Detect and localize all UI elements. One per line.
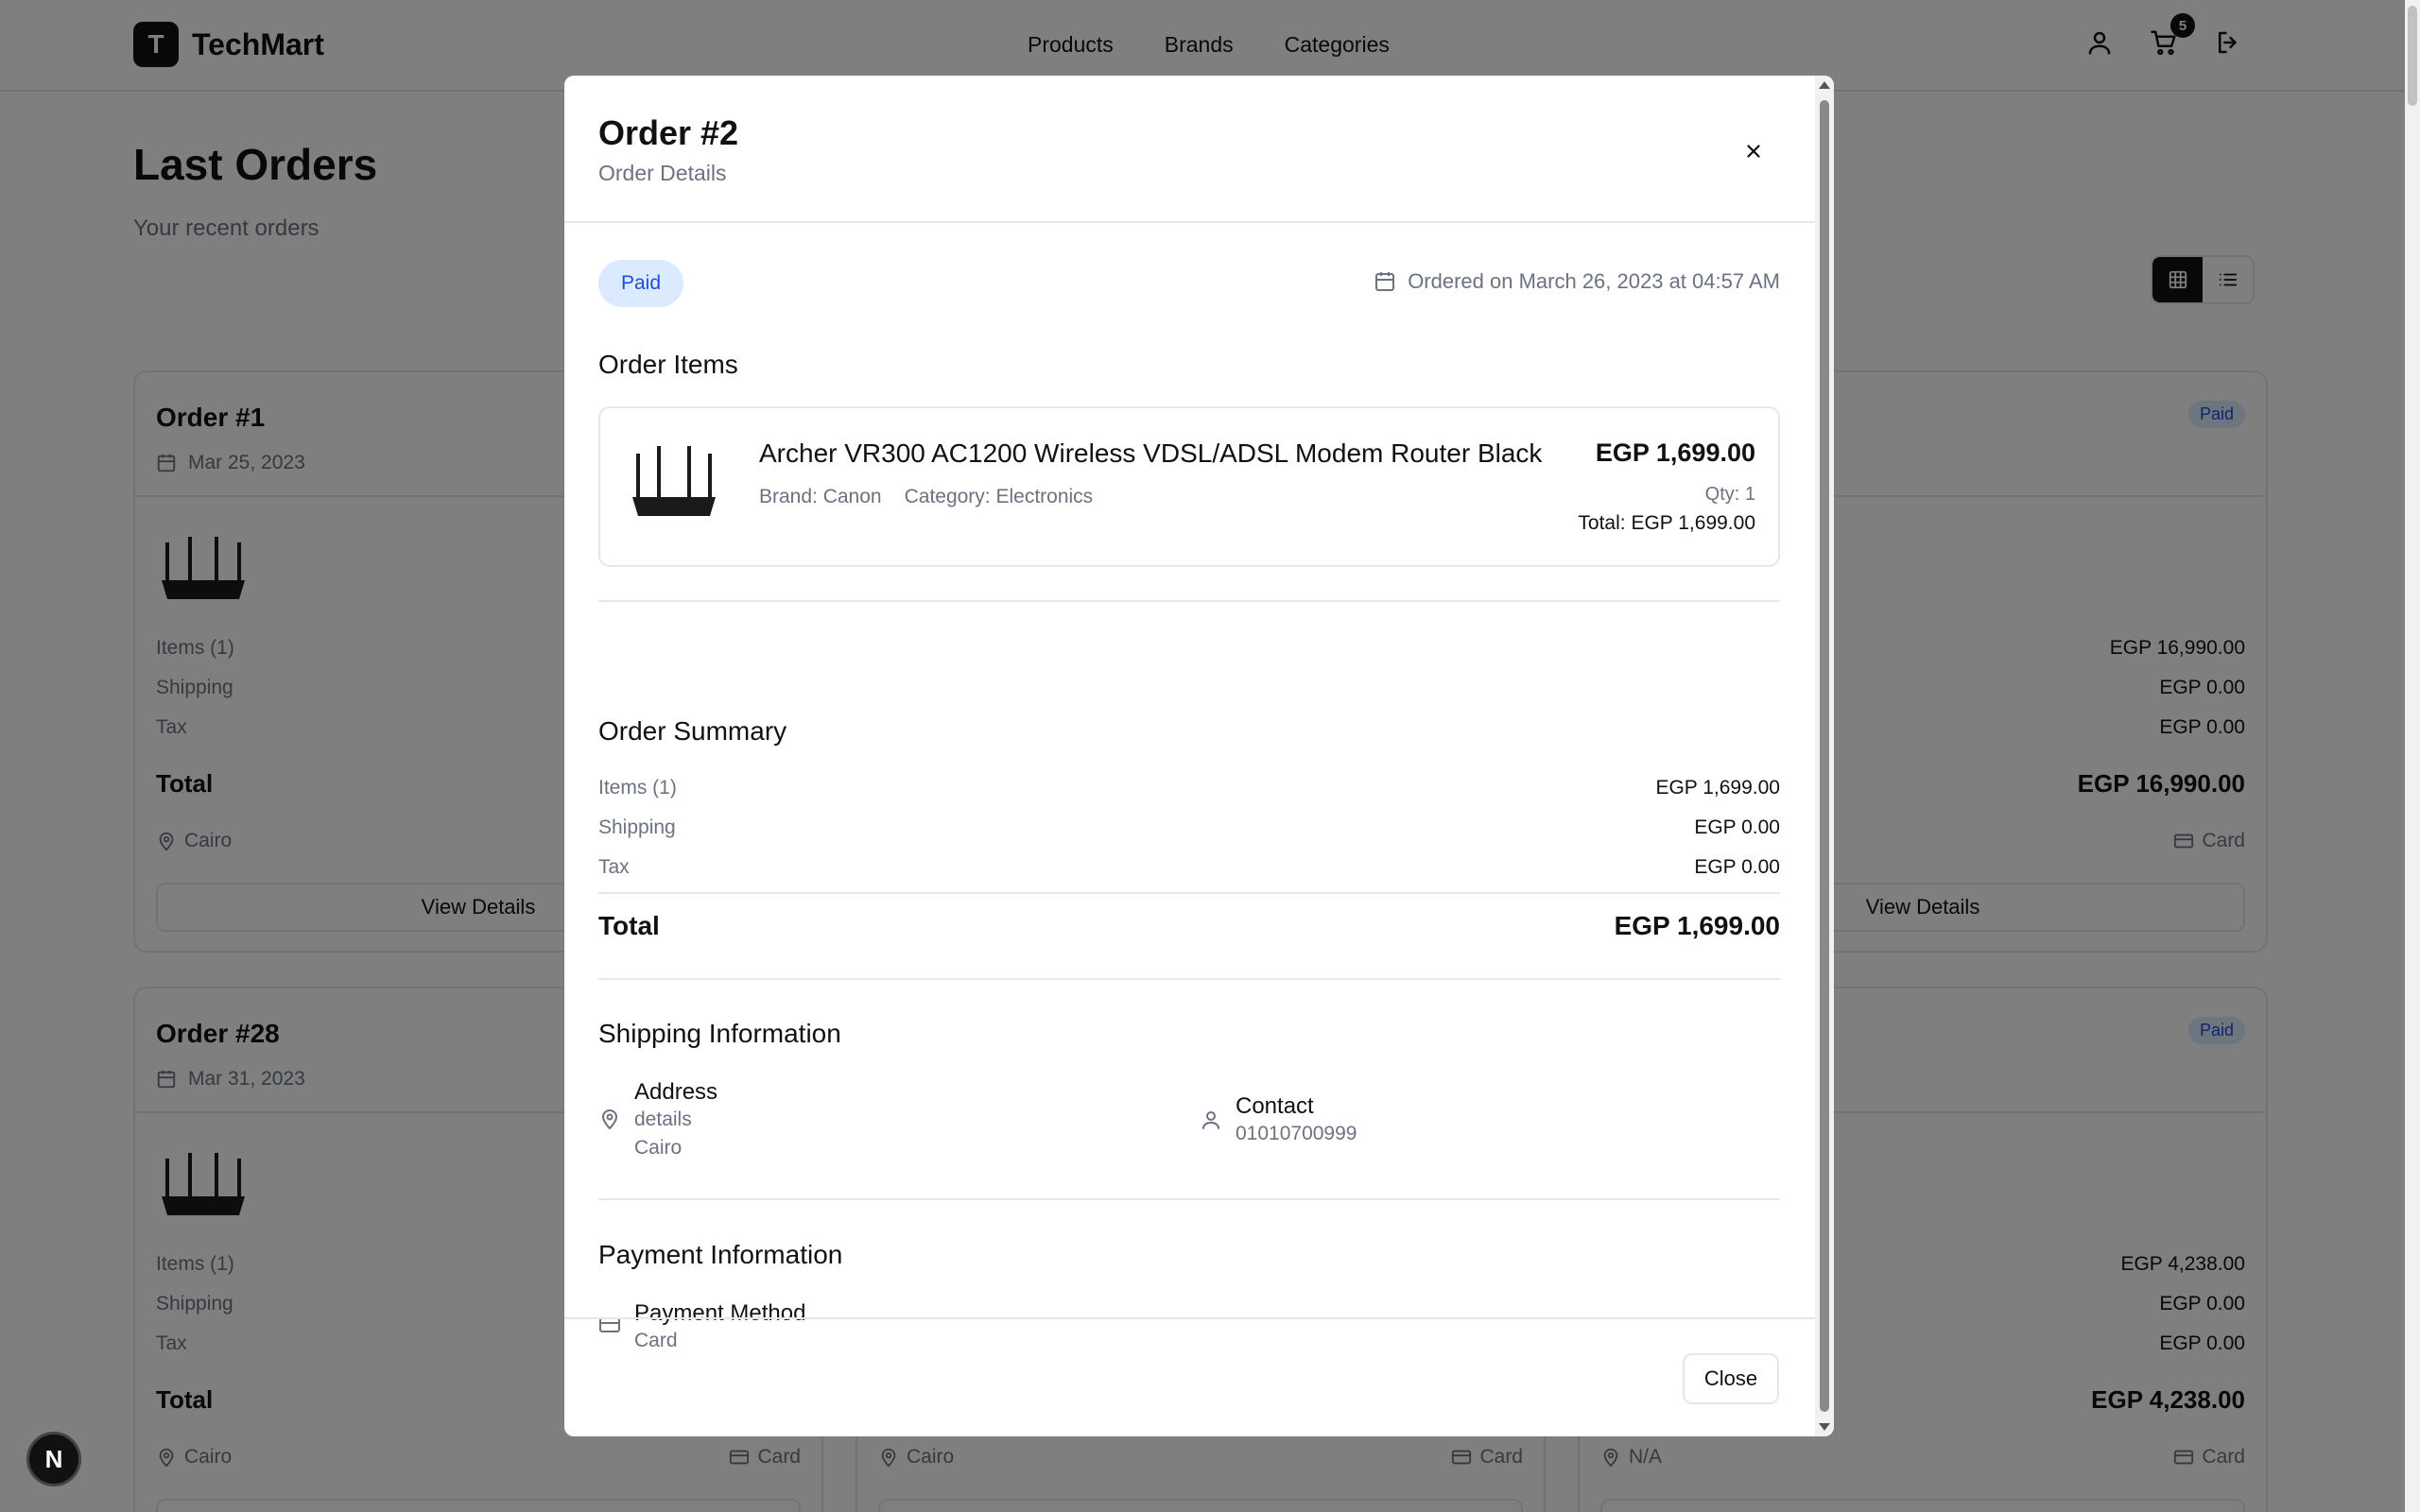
order-details-modal: Order #2 Order Details Paid Ordered on M… <box>564 76 1834 1436</box>
user-icon <box>1202 1111 1219 1129</box>
order-date: Ordered on March 26, 2023 at 04:57 AM <box>1374 269 1780 294</box>
address-details: details <box>634 1108 692 1130</box>
summary-tax-row: Tax EGP 0.00 <box>598 856 1780 878</box>
contact-phone: 01010700999 <box>1236 1123 1357 1144</box>
product-category: Category: Electronics <box>904 486 1094 507</box>
order-items-heading: Order Items <box>598 350 738 379</box>
scroll-up-icon[interactable] <box>1819 81 1830 89</box>
modal-scrollbar[interactable] <box>1815 76 1834 1436</box>
scroll-down-icon[interactable] <box>1819 1423 1830 1431</box>
product-name: Archer VR300 AC1200 Wireless VDSL/ADSL M… <box>759 438 1543 468</box>
status-badge: Paid <box>598 260 683 307</box>
product-brand: Brand: Canon <box>759 486 882 507</box>
dev-tools-badge[interactable]: N <box>26 1432 81 1486</box>
payment-method-value: Card <box>634 1330 678 1351</box>
product-qty: Qty: 1 <box>1704 484 1755 505</box>
close-icon[interactable] <box>1737 134 1771 168</box>
modal-title: Order #2 <box>598 113 739 152</box>
product-price: EGP 1,699.00 <box>1595 438 1755 467</box>
contact-label: Contact <box>1236 1093 1314 1119</box>
summary-total-row: Total EGP 1,699.00 <box>598 911 1780 940</box>
page-scrollbar[interactable] <box>2405 0 2420 1512</box>
scrollbar-thumb[interactable] <box>1820 100 1829 1412</box>
payment-info-heading: Payment Information <box>598 1240 843 1269</box>
product-line-total: Total: EGP 1,699.00 <box>1578 512 1755 534</box>
shipping-info-heading: Shipping Information <box>598 1019 841 1048</box>
modal-subtitle: Order Details <box>598 161 727 185</box>
contact-block: Contact 01010700999 <box>1200 1093 1357 1148</box>
summary-items-row: Items (1) EGP 1,699.00 <box>598 777 1780 799</box>
payment-method-label: Payment Method <box>634 1300 806 1326</box>
order-summary-heading: Order Summary <box>598 716 787 746</box>
location-pin-icon <box>601 1109 618 1130</box>
order-item: Archer VR300 AC1200 Wireless VDSL/ADSL M… <box>598 406 1780 567</box>
address-label: Address <box>634 1079 718 1105</box>
payment-method-block: Payment Method Card <box>598 1300 805 1355</box>
address-city: Cairo <box>634 1137 683 1159</box>
product-image <box>627 437 721 531</box>
product-meta: Brand: Canon Category: Electronics <box>759 486 1093 508</box>
summary-shipping-row: Shipping EGP 0.00 <box>598 816 1780 838</box>
address-block: Address details Cairo <box>598 1079 717 1162</box>
calendar-icon <box>1375 272 1395 291</box>
close-button[interactable]: Close <box>1683 1353 1779 1404</box>
